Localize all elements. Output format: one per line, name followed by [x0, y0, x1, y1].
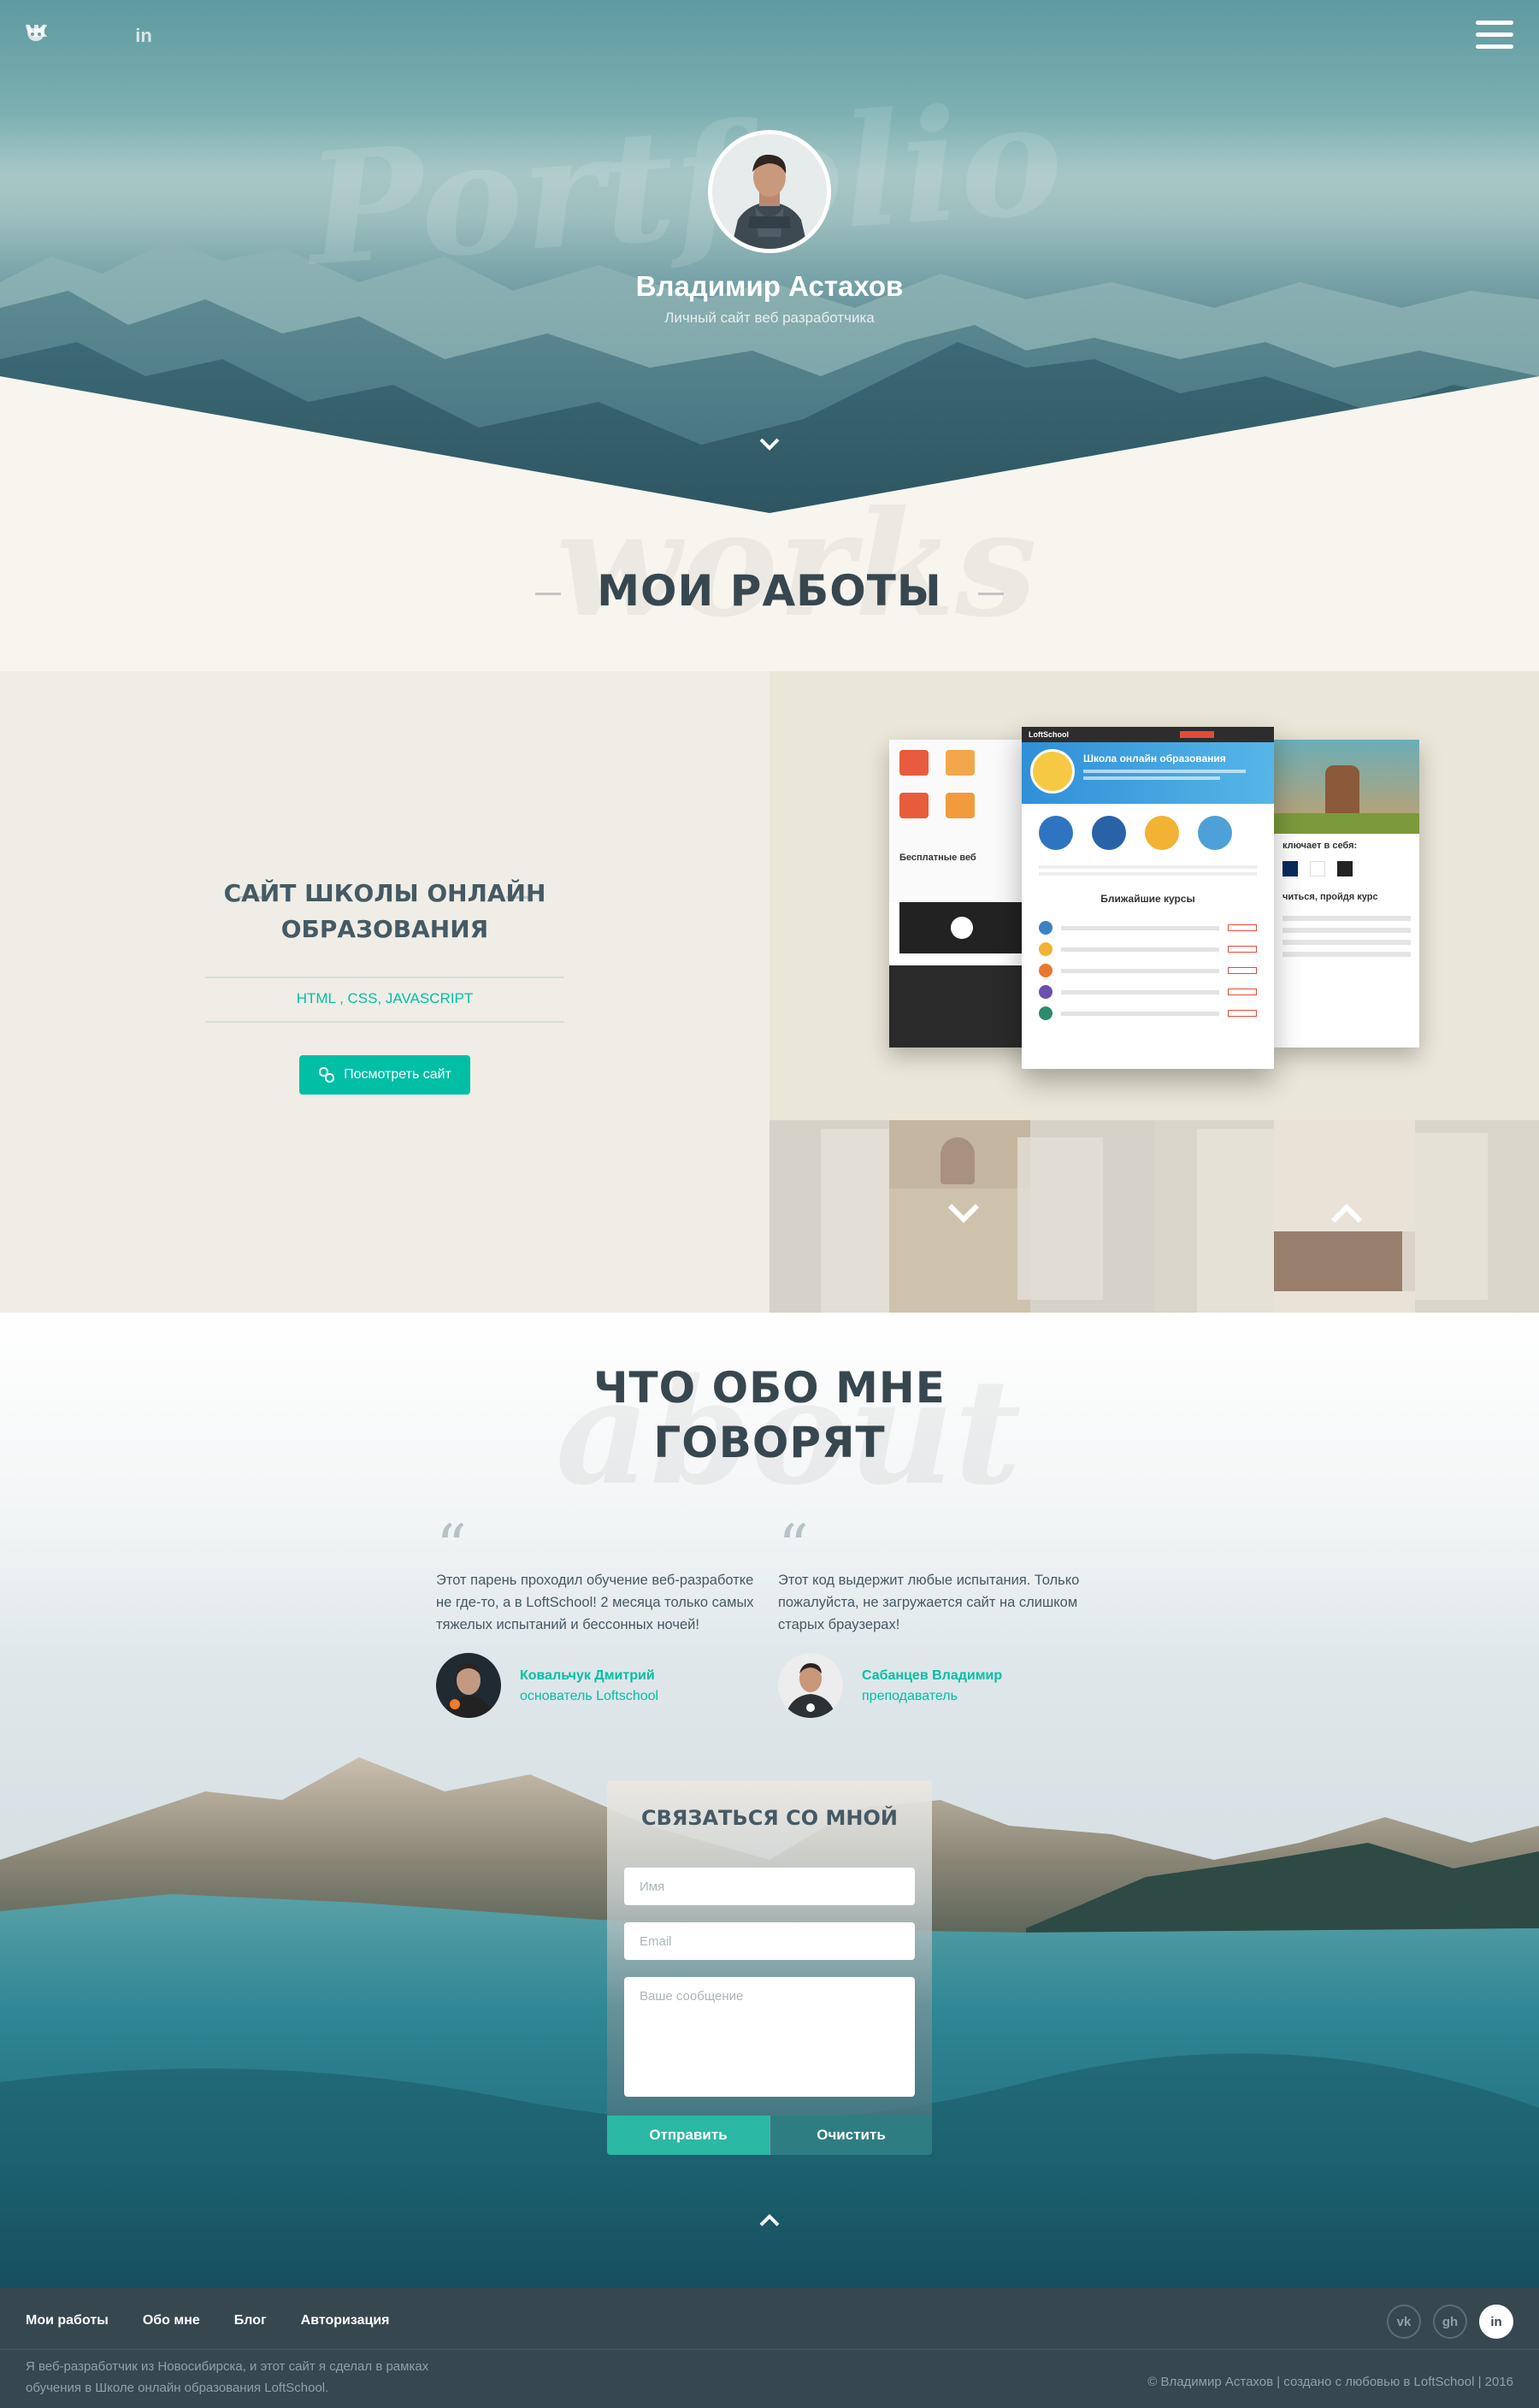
top-social-links: in	[24, 22, 157, 50]
hamburger-menu-button[interactable]	[1476, 21, 1513, 55]
work-thumbnail-prev[interactable]	[770, 1120, 1154, 1313]
email-input[interactable]	[624, 1922, 915, 1960]
linkedin-icon[interactable]: in	[1479, 2305, 1513, 2339]
footer-nav-blog[interactable]: Блог	[234, 2313, 267, 2328]
message-textarea[interactable]	[624, 1977, 915, 2097]
title-dash	[534, 593, 561, 595]
testimonial-author-name: Сабанцев Владимир	[862, 1668, 1003, 1683]
link-icon	[319, 1067, 335, 1083]
mockup-page-left: Бесплатные веб	[889, 740, 1035, 1048]
footer-divider	[0, 2349, 1539, 2350]
footer-about-text: Я веб-разработчик из Новосибирска, и это…	[26, 2359, 429, 2395]
quote-icon: “	[436, 1521, 467, 1555]
divider	[205, 977, 564, 978]
testimonial-text: Этот код выдержит любые испытания. Тольк…	[778, 1573, 1080, 1632]
title-dash	[978, 593, 1005, 595]
avatar	[708, 130, 831, 253]
hero-name: Владимир Астахов	[635, 270, 904, 302]
hero-section: Portfolio in Владимир Астахов Личный сай…	[0, 0, 1539, 513]
chevron-down-icon	[947, 1203, 980, 1224]
github-icon[interactable]: gh	[1433, 2305, 1467, 2339]
scroll-up-icon[interactable]	[756, 2210, 783, 2230]
works-section-title: МОИ РАБОТЫ	[0, 566, 1539, 616]
testimonial-author-role: основатель Loftschool	[520, 1689, 659, 1703]
project-title: САЙТ ШКОЛЫ ОНЛАЙН ОБРАЗОВАНИЯ	[223, 879, 546, 943]
testimonial-text: Этот парень проходил обучение веб-разраб…	[436, 1573, 754, 1632]
avatar	[778, 1653, 843, 1718]
divider	[205, 1021, 564, 1023]
work-thumbnail-next[interactable]	[1154, 1120, 1539, 1313]
footer-copyright: © Владимир Астахов | создано с любовью в…	[1147, 2375, 1513, 2389]
linkedin-icon[interactable]: in	[130, 22, 157, 50]
contact-form: СВЯЗАТЬСЯ СО МНОЙ Отправить Очистить	[607, 1780, 932, 2155]
footer-nav: Мои работы Обо мне Блог Авторизация	[26, 2313, 390, 2328]
footer-nav-auth[interactable]: Авторизация	[301, 2313, 390, 2328]
testimonial-author-role: преподаватель	[862, 1689, 958, 1703]
footer-social-links: vk gh in	[1387, 2305, 1513, 2339]
view-site-button[interactable]: Посмотреть сайт	[299, 1055, 470, 1095]
github-icon[interactable]	[27, 22, 104, 50]
portrait-image	[712, 134, 827, 249]
about-section-title: ЧТО ОБО МНЕ ГОВОРЯТ	[593, 1363, 946, 1467]
project-technologies: HTML , CSS, JAVASCRIPT	[296, 990, 474, 1006]
quote-icon: “	[778, 1521, 809, 1555]
chevron-up-icon	[1330, 1203, 1363, 1224]
clear-button[interactable]: Очистить	[770, 2116, 932, 2155]
send-button[interactable]: Отправить	[607, 2116, 770, 2155]
mockup-page-right: ключает в себя: читься, пройдя курс	[1274, 740, 1419, 1048]
scroll-down-icon[interactable]	[756, 434, 783, 455]
footer: Мои работы Обо мне Блог Авторизация vk g…	[0, 2287, 1539, 2408]
avatar	[436, 1653, 501, 1718]
footer-nav-works[interactable]: Мои работы	[26, 2313, 109, 2328]
testimonial-author-name: Ковальчук Дмитрий	[520, 1668, 655, 1683]
name-input[interactable]	[624, 1868, 915, 1905]
hero-subtitle: Личный сайт веб разработчика	[664, 310, 875, 326]
mockup-page-main: LoftSchool Школа онлайн образования Ближ…	[1022, 727, 1274, 1069]
vk-icon[interactable]: vk	[1387, 2305, 1421, 2339]
contact-form-title: СВЯЗАТЬСЯ СО МНОЙ	[641, 1806, 898, 1830]
works-background-word: works	[556, 479, 1037, 650]
works-title-text: МОИ РАБОТЫ	[597, 566, 942, 616]
footer-nav-about[interactable]: Обо мне	[143, 2313, 200, 2328]
work-preview: Бесплатные веб ключает в себя: читься, п…	[770, 671, 1539, 1120]
